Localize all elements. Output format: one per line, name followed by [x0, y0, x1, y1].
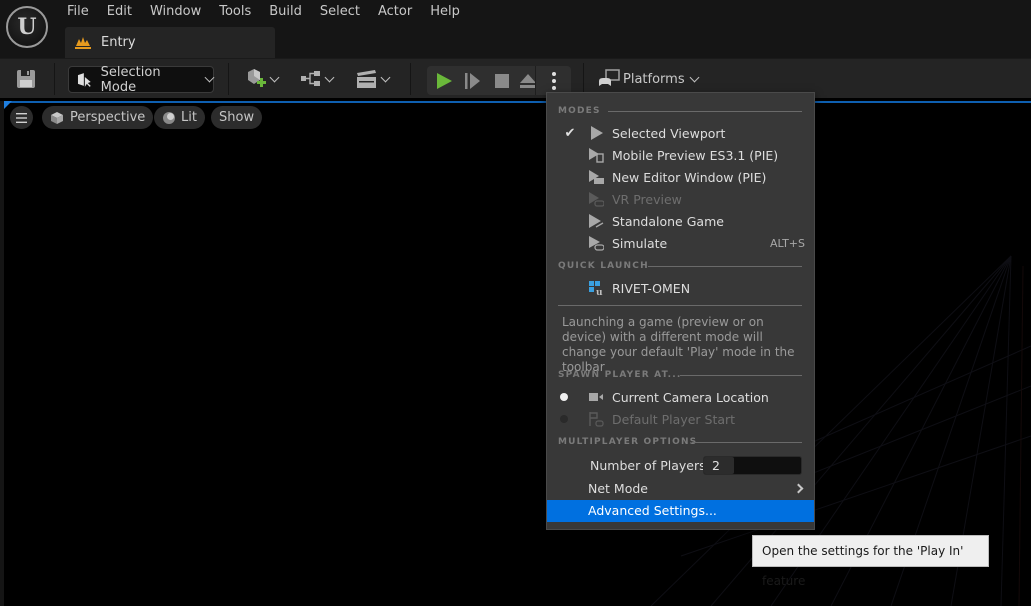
toolbar-separator — [54, 63, 55, 95]
skip-frame-icon[interactable] — [464, 72, 482, 90]
tooltip: Open the settings for the 'Play In' feat… — [752, 535, 989, 588]
menu-edit[interactable]: Edit — [98, 0, 141, 24]
play-viewport-icon — [591, 126, 603, 140]
selection-mode-dropdown[interactable]: Selection Mode — [68, 64, 215, 95]
play-divider — [535, 66, 536, 95]
toolbar-separator — [228, 63, 229, 95]
section-divider — [558, 305, 802, 306]
menu-window[interactable]: Window — [141, 0, 210, 24]
title-bar: U File Edit Window Tools Build Select Ac… — [0, 0, 1031, 58]
menu-item-current-camera-location[interactable]: Current Camera Location — [547, 386, 814, 408]
more-options-icon[interactable] — [551, 71, 557, 91]
menu-actor[interactable]: Actor — [369, 0, 421, 24]
play-options-menu: MODES ✔ Selected Viewport Mobile Preview… — [546, 92, 815, 530]
player-start-icon — [589, 412, 604, 427]
show-button[interactable]: Show — [211, 106, 263, 129]
radio-selected-icon — [560, 393, 568, 401]
show-label: Show — [219, 110, 255, 125]
chevron-down-icon — [269, 72, 280, 82]
main-toolbar: Selection Mode Platforms — [0, 58, 1031, 98]
cinematics-button[interactable] — [356, 68, 391, 90]
svg-text:u: u — [596, 288, 603, 296]
blueprint-button[interactable] — [300, 68, 335, 90]
number-of-players-row: Number of Players 2 — [547, 455, 814, 477]
selection-mode-icon — [77, 72, 91, 87]
blueprint-icon — [301, 71, 320, 86]
chevron-down-icon — [324, 72, 335, 82]
add-actor-button[interactable] — [245, 68, 280, 90]
perspective-button[interactable]: Perspective — [42, 106, 154, 129]
section-modes: MODES — [558, 106, 601, 116]
toolbar-separator — [583, 63, 584, 95]
unreal-logo-icon[interactable]: U — [6, 6, 48, 48]
chevron-down-icon — [380, 72, 391, 82]
platforms-dropdown[interactable]: Platforms — [598, 68, 700, 90]
menu-tools[interactable]: Tools — [210, 0, 260, 24]
tab-label: Entry — [101, 35, 136, 50]
menu-select[interactable]: Select — [311, 0, 369, 24]
viewport-menu-button[interactable] — [10, 106, 33, 129]
selection-mode-label: Selection Mode — [100, 64, 161, 95]
section-divider — [648, 266, 802, 267]
new-window-icon — [589, 170, 604, 184]
number-of-players-input[interactable]: 2 — [703, 456, 802, 475]
mode-change-description: Launching a game (preview or on device) … — [562, 315, 795, 374]
checkmark-icon: ✔ — [564, 125, 576, 141]
menu-item-mobile-preview[interactable]: Mobile Preview ES3.1 (PIE) — [547, 144, 814, 166]
radio-unselected-icon — [560, 415, 568, 423]
section-divider — [692, 442, 802, 443]
menu-item-new-editor-window[interactable]: New Editor Window (PIE) — [547, 166, 814, 188]
lit-label: Lit — [181, 110, 197, 125]
menu-build[interactable]: Build — [260, 0, 311, 24]
play-controls — [427, 66, 571, 95]
tab-entry[interactable]: Entry — [65, 27, 275, 58]
shortcut-label: ALT+S — [769, 236, 805, 250]
menu-item-simulate[interactable]: Simulate ALT+S — [547, 232, 814, 254]
menu-item-vr-preview[interactable]: VR Preview — [547, 188, 814, 210]
level-icon — [75, 37, 91, 49]
hamburger-icon — [16, 112, 27, 123]
menu-item-net-mode[interactable]: Net Mode — [547, 478, 814, 500]
camera-icon — [589, 393, 603, 401]
mobile-preview-icon — [589, 148, 604, 163]
number-of-players-label: Number of Players — [590, 458, 706, 473]
play-icon[interactable] — [435, 72, 453, 90]
add-actor-icon — [248, 69, 266, 87]
clapperboard-icon — [357, 70, 376, 88]
lit-sphere-icon — [163, 111, 175, 124]
section-divider — [608, 111, 802, 112]
windows-device-icon: u — [589, 281, 603, 296]
platforms-icon — [599, 69, 620, 86]
menu-help[interactable]: Help — [421, 0, 469, 24]
menu-item-default-player-start[interactable]: Default Player Start — [547, 408, 814, 430]
section-divider — [680, 375, 802, 376]
toolbar-separator — [410, 63, 411, 95]
simulate-icon — [589, 236, 604, 251]
section-multiplayer: MULTIPLAYER OPTIONS — [558, 437, 698, 447]
perspective-label: Perspective — [70, 110, 146, 125]
viewport-corner-marker — [4, 101, 12, 109]
vr-preview-icon — [589, 192, 604, 207]
stop-icon[interactable] — [493, 72, 511, 90]
section-quick-launch: QUICK LAUNCH — [558, 261, 649, 271]
number-of-players-value: 2 — [704, 457, 734, 474]
chevron-down-icon — [689, 72, 700, 82]
standalone-game-icon — [589, 214, 604, 228]
menu-bar: File Edit Window Tools Build Select Acto… — [58, 0, 469, 24]
chevron-right-icon — [793, 483, 804, 494]
menu-file[interactable]: File — [58, 0, 98, 24]
level-viewport[interactable] — [4, 101, 1031, 606]
menu-item-selected-viewport[interactable]: ✔ Selected Viewport — [547, 122, 814, 144]
chevron-down-icon — [204, 72, 215, 83]
section-spawn-player: SPAWN PLAYER AT... — [558, 370, 682, 380]
lit-button[interactable]: Lit — [154, 106, 205, 129]
cube-icon — [51, 111, 63, 124]
save-icon[interactable] — [16, 69, 36, 89]
menu-item-rivet-omen[interactable]: u RIVET-OMEN — [547, 277, 814, 299]
platforms-label: Platforms — [623, 71, 685, 87]
menu-item-advanced-settings[interactable]: Advanced Settings... — [547, 500, 814, 522]
menu-item-standalone-game[interactable]: Standalone Game — [547, 210, 814, 232]
